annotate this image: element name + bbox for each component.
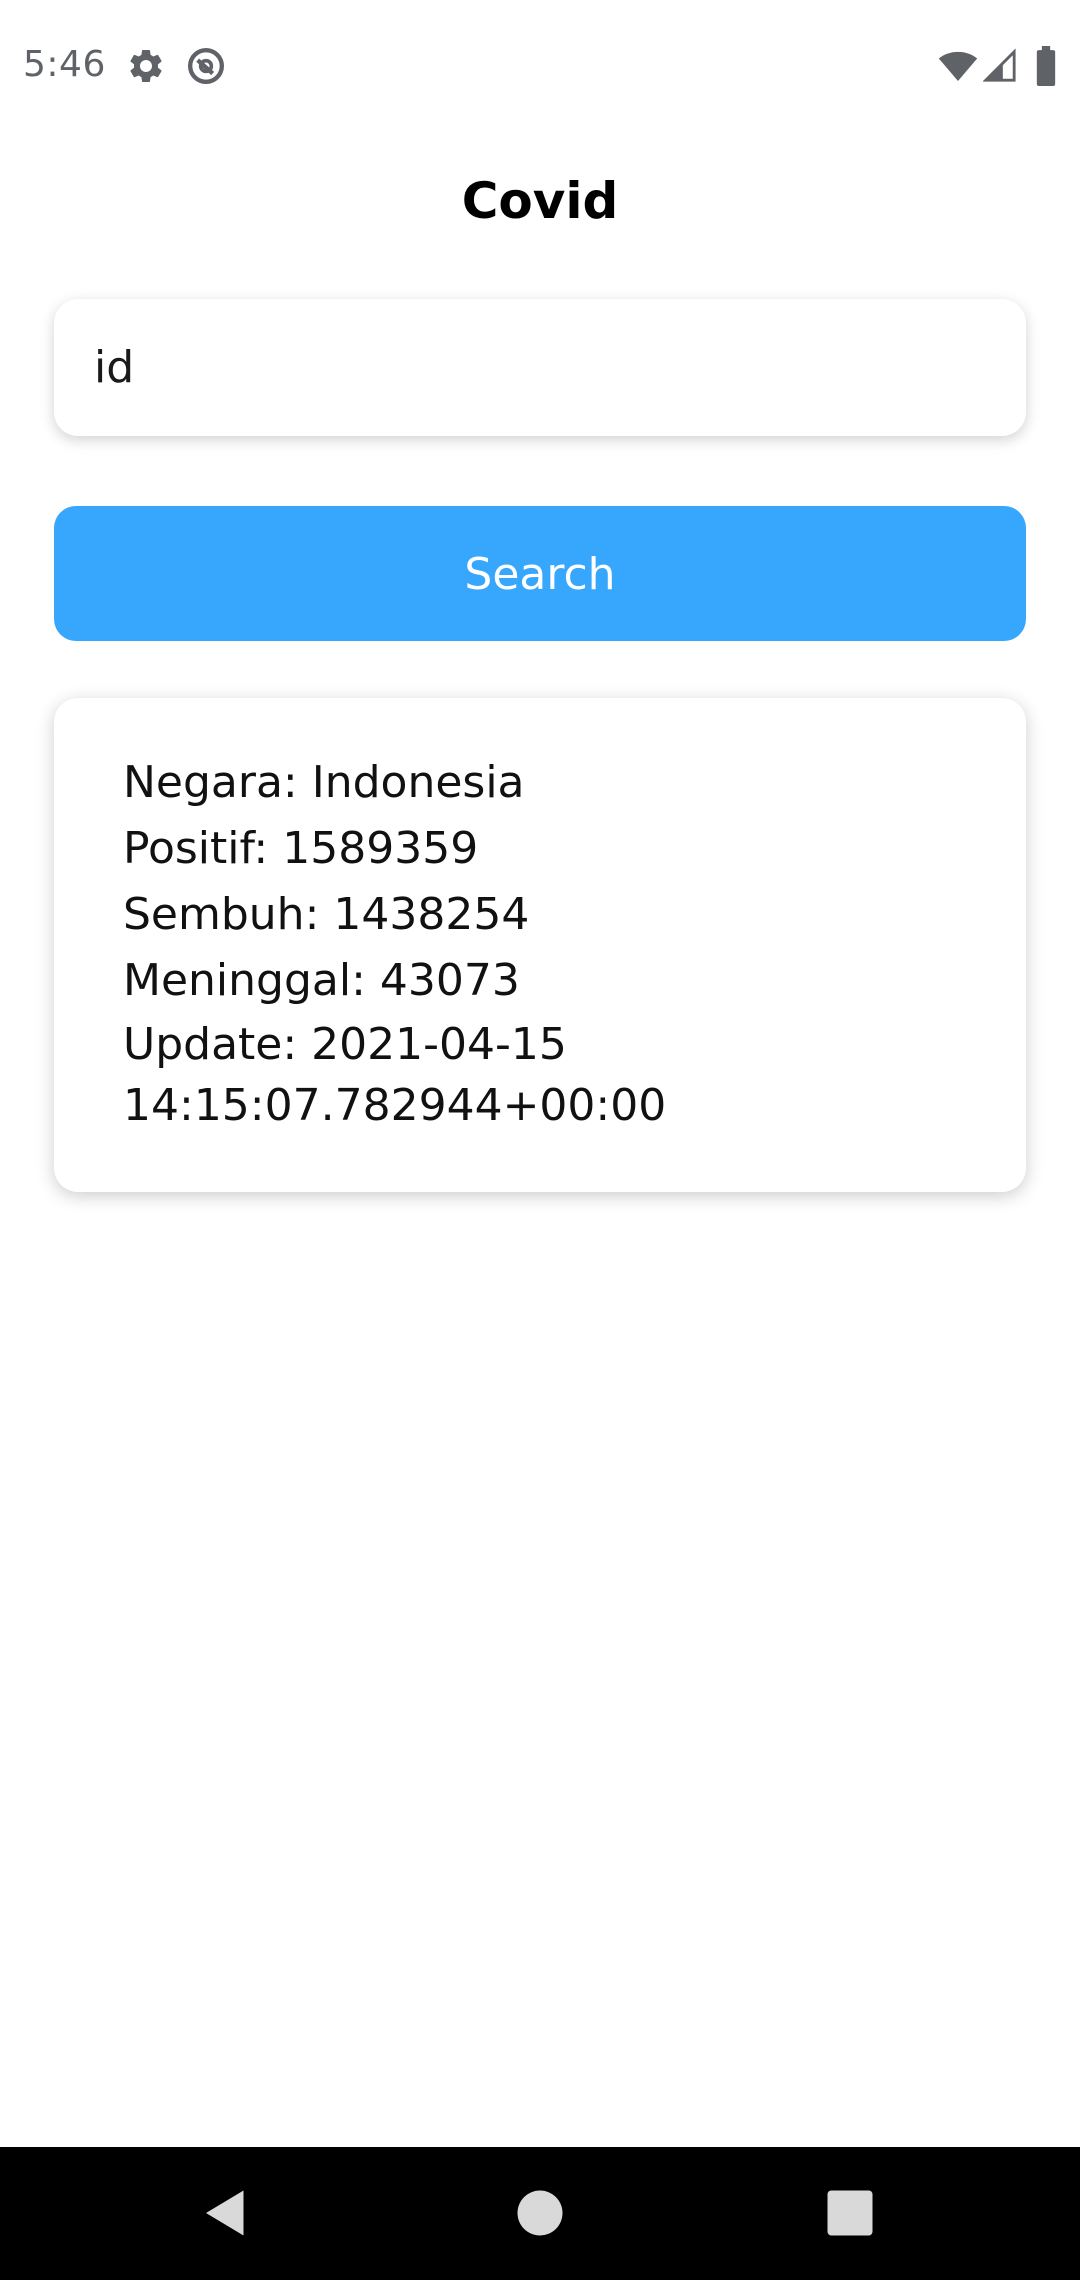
navigation-bar [0,2147,1080,2280]
search-field[interactable] [54,299,1026,436]
status-bar: 5:46 [0,0,1080,134]
search-input[interactable] [92,299,982,436]
result-lines: Negara: Indonesia Positif: 1589359 Sembu… [123,750,983,1136]
result-update: Update: 2021-04-15 14:15:07.782944+00:00 [123,1019,667,1131]
recents-icon[interactable] [820,2183,880,2243]
wifi-icon [936,46,980,86]
page-title: Covid [461,172,619,230]
result-recovered: Sembuh: 1438254 [123,889,530,940]
home-icon[interactable] [510,2183,570,2243]
result-country: Negara: Indonesia [123,757,525,808]
do-not-disturb-icon [186,46,226,86]
gear-icon [126,46,166,86]
back-icon[interactable] [196,2183,256,2243]
status-time: 5:46 [23,44,106,85]
result-card: Negara: Indonesia Positif: 1589359 Sembu… [54,698,1026,1192]
cellular-signal-icon [983,46,1017,86]
result-positive: Positif: 1589359 [123,823,479,874]
search-button[interactable]: Search [54,506,1026,641]
result-deaths: Meninggal: 43073 [123,955,520,1006]
battery-icon [1034,46,1058,86]
